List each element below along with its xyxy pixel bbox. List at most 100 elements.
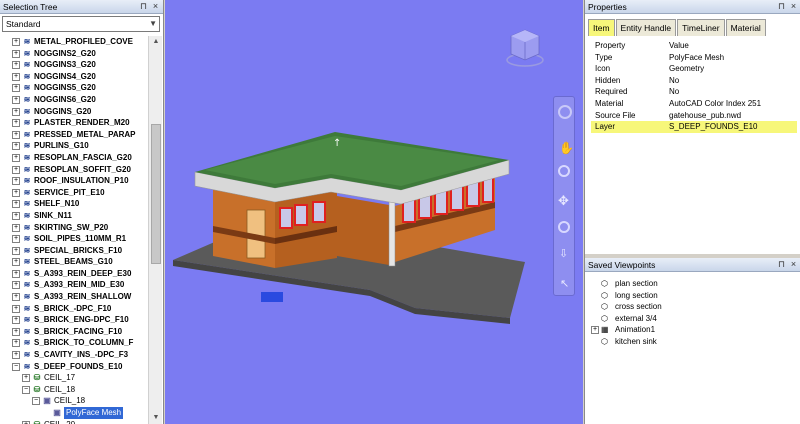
tree-mode-dropdown[interactable]: Standard ▼ — [2, 16, 160, 32]
expand-icon[interactable]: + — [12, 72, 20, 81]
property-row[interactable]: Source File gatehouse_pub.nwd — [591, 110, 797, 122]
expand-icon[interactable]: + — [12, 246, 20, 255]
expand-icon[interactable]: + — [12, 351, 20, 360]
expand-icon[interactable]: + — [12, 281, 20, 290]
expand-icon[interactable]: + — [12, 293, 20, 302]
expand-icon[interactable]: + — [12, 61, 20, 70]
tree-item[interactable]: +⛁CEIL_20 — [0, 419, 148, 424]
tree-item[interactable]: ▣ PolyFace Mesh — [0, 407, 148, 419]
tree-item[interactable]: + ≋ SPECIAL_BRICKS_F10 — [0, 245, 148, 257]
expand-icon[interactable]: + — [591, 326, 599, 335]
pin-icon[interactable]: ⊓ — [138, 1, 149, 12]
tree-item[interactable]: + ≋ NOGGINS5_G20 — [0, 82, 148, 94]
chevron-down-icon[interactable]: ▼ — [149, 17, 157, 31]
property-row[interactable]: Material AutoCAD Color Index 251 — [591, 98, 797, 110]
property-row[interactable]: Type PolyFace Mesh — [591, 52, 797, 64]
expand-icon[interactable]: + — [12, 258, 20, 267]
expand-icon[interactable]: + — [12, 165, 20, 174]
property-row[interactable]: Required No — [591, 86, 797, 98]
tree-item[interactable]: + ≋ S_BRICK_ENG-DPC_F10 — [0, 314, 148, 326]
tree-item[interactable]: + ≋ S_A393_REIN_SHALLOW — [0, 291, 148, 303]
expand-icon[interactable]: + — [12, 177, 20, 186]
select-icon[interactable]: ↖ — [560, 277, 569, 290]
expand-icon[interactable]: + — [12, 316, 20, 325]
walk-icon[interactable]: ⇩ — [559, 247, 568, 260]
viewpoint-item[interactable]: ⬡ plan section — [585, 278, 800, 290]
tree-item[interactable]: + ≋ SOIL_PIPES_110MM_R1 — [0, 233, 148, 245]
tree-item[interactable]: + ≋ NOGGINS4_G20 — [0, 71, 148, 83]
tree-item[interactable]: + ≋ SKIRTING_SW_P20 — [0, 222, 148, 234]
viewcube[interactable] — [505, 26, 545, 70]
look-icon[interactable] — [558, 221, 570, 233]
expand-icon[interactable]: + — [12, 235, 20, 244]
expand-icon[interactable]: + — [12, 269, 20, 278]
property-row[interactable]: Layer S_DEEP_FOUNDS_E10 — [591, 121, 797, 133]
tab-item[interactable]: Item — [588, 19, 615, 36]
expand-icon[interactable]: + — [12, 200, 20, 209]
tab-timeliner[interactable]: TimeLiner — [677, 19, 725, 36]
tree-item[interactable]: + ≋ RESOPLAN_SOFFIT_G20 — [0, 164, 148, 176]
tree-item[interactable]: − ▣ CEIL_18 — [0, 395, 148, 407]
tree-item[interactable]: + ≋ S_CAVITY_INS_-DPC_F3 — [0, 349, 148, 361]
viewpoint-item[interactable]: + ▦ Animation1 — [585, 324, 800, 336]
tree-item[interactable]: + ≋ S_BRICK_-DPC_F10 — [0, 303, 148, 315]
tab-material[interactable]: Material — [725, 19, 766, 36]
tree-item[interactable]: + ≋ ROOF_INSULATION_P10 — [0, 175, 148, 187]
viewpoint-item[interactable]: ⬡ external 3/4 — [585, 313, 800, 325]
expand-icon[interactable]: + — [12, 84, 20, 93]
close-icon[interactable]: × — [788, 259, 799, 270]
expand-icon[interactable]: + — [12, 327, 20, 336]
collapse-icon[interactable]: − — [32, 397, 40, 406]
expand-icon[interactable]: + — [12, 304, 20, 313]
expand-icon[interactable]: + — [22, 420, 30, 424]
tree-item[interactable]: + ≋ SINK_N11 — [0, 210, 148, 222]
viewpoint-item[interactable]: ⬡ cross section — [585, 301, 800, 313]
tree-item[interactable]: + ≋ S_A393_REIN_MID_E30 — [0, 279, 148, 291]
scroll-thumb[interactable] — [151, 124, 161, 264]
pan-icon[interactable]: ✋ — [559, 141, 574, 155]
expand-icon[interactable]: + — [22, 374, 30, 383]
tree-item[interactable]: + ≋ METAL_PROFILED_COVE — [0, 36, 148, 48]
tree-item[interactable]: + ⛁ CEIL_17 — [0, 372, 148, 384]
pin-icon[interactable]: ⊓ — [776, 1, 787, 12]
expand-icon[interactable]: + — [12, 130, 20, 139]
viewpoint-item[interactable]: ⬡ long section — [585, 290, 800, 302]
expand-icon[interactable]: + — [12, 142, 20, 151]
tree-item[interactable]: + ≋ PLASTER_RENDER_M20 — [0, 117, 148, 129]
close-icon[interactable]: × — [150, 1, 161, 12]
expand-icon[interactable]: + — [12, 95, 20, 104]
pin-icon[interactable]: ⊓ — [776, 259, 787, 270]
scroll-down-icon[interactable]: ▼ — [149, 412, 163, 424]
close-icon[interactable]: × — [788, 1, 799, 12]
expand-icon[interactable]: + — [12, 49, 20, 58]
steering-wheel-icon[interactable] — [558, 105, 572, 119]
tree-item[interactable]: − ⛁ CEIL_18 — [0, 384, 148, 396]
tree-item[interactable]: + ≋ S_BRICK_FACING_F10 — [0, 326, 148, 338]
viewpoint-item[interactable]: ⬡ kitchen sink — [585, 336, 800, 348]
tree-item[interactable]: + ≋ SERVICE_PIT_E10 — [0, 187, 148, 199]
tab-entity-handle[interactable]: Entity Handle — [615, 19, 677, 36]
collapse-icon[interactable]: − — [12, 362, 20, 371]
expand-icon[interactable]: + — [12, 211, 20, 220]
expand-icon[interactable]: + — [12, 107, 20, 116]
3d-viewport[interactable]: ↑ ✋ ✥ ⇩ ↖ — [165, 0, 583, 424]
tree-item[interactable]: + ≋ NOGGINS2_G20 — [0, 48, 148, 60]
expand-icon[interactable]: + — [12, 339, 20, 348]
scroll-up-icon[interactable]: ▲ — [149, 36, 163, 48]
expand-icon[interactable]: + — [12, 223, 20, 232]
tree-item[interactable]: + ≋ S_BRICK_TO_COLUMN_F — [0, 337, 148, 349]
tree-item[interactable]: + ≋ NOGGINS6_G20 — [0, 94, 148, 106]
expand-icon[interactable]: + — [12, 38, 20, 46]
tree-item[interactable]: + ≋ NOGGINS_G20 — [0, 106, 148, 118]
tree-item[interactable]: + ≋ S_A393_REIN_DEEP_E30 — [0, 268, 148, 280]
tree-item[interactable]: + ≋ RESOPLAN_FASCIA_G20 — [0, 152, 148, 164]
property-row[interactable]: Hidden No — [591, 75, 797, 87]
tree-item[interactable]: − ≋ S_DEEP_FOUNDS_E10 — [0, 361, 148, 373]
expand-icon[interactable]: + — [12, 153, 20, 162]
collapse-icon[interactable]: − — [22, 385, 30, 394]
property-row[interactable]: Icon Geometry — [591, 63, 797, 75]
orbit-icon[interactable]: ✥ — [558, 193, 569, 209]
tree-item[interactable]: + ≋ STEEL_BEAMS_G10 — [0, 256, 148, 268]
tree-item[interactable]: + ≋ PRESSED_METAL_PARAP — [0, 129, 148, 141]
tree-scrollbar[interactable]: ▲ ▼ — [148, 36, 162, 424]
